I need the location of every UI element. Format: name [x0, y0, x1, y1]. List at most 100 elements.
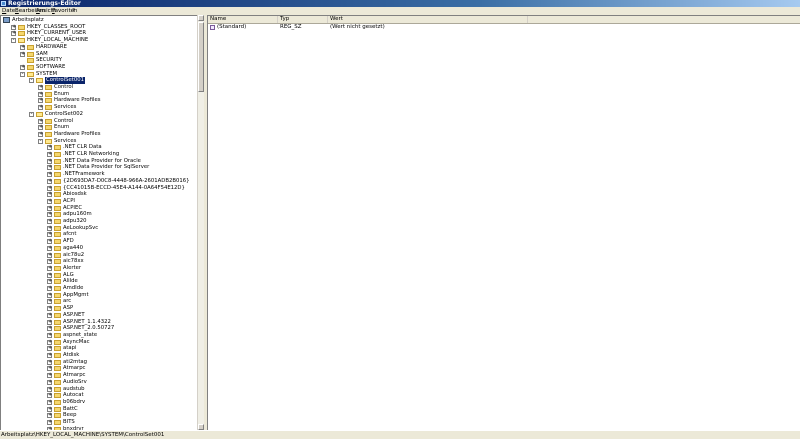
- expand-icon[interactable]: +: [47, 420, 52, 425]
- expand-icon[interactable]: +: [47, 292, 52, 298]
- tree-node-label: Enum: [54, 124, 70, 131]
- expand-icon[interactable]: +: [47, 265, 52, 271]
- collapse-icon[interactable]: -: [11, 38, 16, 44]
- menu-bar: Datei Bearbeiten Ansicht Favoriten ?: [0, 7, 800, 15]
- tree-node-label: Autocat: [63, 392, 84, 399]
- expand-icon[interactable]: +: [20, 51, 25, 57]
- expand-icon[interactable]: +: [47, 219, 52, 224]
- tree-node-label: Control: [54, 84, 74, 90]
- folder-icon: [45, 125, 52, 131]
- collapse-icon[interactable]: -: [38, 138, 43, 144]
- tree-node-label: BattC: [63, 405, 78, 412]
- expand-icon[interactable]: +: [38, 105, 43, 111]
- column-value[interactable]: Wert: [328, 16, 528, 23]
- registry-tree[interactable]: Arbeitsplatz + HKEY_CLASSES_ROOT + HKEY_CUR…: [0, 15, 197, 430]
- folder-icon: [54, 245, 61, 251]
- expand-icon[interactable]: +: [47, 259, 52, 265]
- tree-node-label: ASP.NET: [63, 311, 85, 318]
- expand-icon[interactable]: +: [38, 118, 43, 124]
- folder-icon: [27, 58, 34, 64]
- tree-node-label: Abiosdsk: [63, 191, 87, 198]
- folder-icon: [54, 366, 61, 372]
- folder-icon: [54, 232, 61, 238]
- expand-icon[interactable]: +: [20, 44, 25, 50]
- expand-icon[interactable]: +: [47, 245, 52, 251]
- expand-icon[interactable]: +: [47, 239, 52, 245]
- expand-icon[interactable]: +: [47, 205, 52, 211]
- expand-icon[interactable]: +: [47, 272, 52, 278]
- column-type[interactable]: Typ: [278, 16, 328, 23]
- folder-icon: [54, 286, 61, 291]
- folder-icon: [54, 353, 61, 358]
- expand-icon[interactable]: +: [11, 24, 16, 30]
- expand-icon[interactable]: +: [20, 64, 25, 70]
- expand-icon[interactable]: +: [47, 406, 52, 412]
- expand-icon[interactable]: +: [47, 212, 52, 218]
- expand-icon[interactable]: +: [47, 192, 52, 198]
- collapse-icon[interactable]: -: [29, 78, 34, 84]
- expand-icon[interactable]: +: [47, 299, 52, 305]
- tree-node-label: .NETFramework: [63, 171, 105, 178]
- table-row[interactable]: (Standard) REG_SZ (Wert nicht gesetzt): [208, 24, 800, 30]
- expand-icon[interactable]: +: [47, 326, 52, 332]
- collapse-icon[interactable]: -: [29, 111, 34, 117]
- expand-icon[interactable]: +: [47, 319, 52, 325]
- folder-icon: [54, 198, 61, 204]
- expand-icon[interactable]: +: [47, 379, 52, 385]
- value-name: (Standard): [217, 24, 247, 30]
- expand-icon[interactable]: +: [47, 152, 52, 157]
- tree-node-label: afcnt: [63, 231, 77, 238]
- tree-node-label: ControlSet001: [45, 77, 85, 84]
- expand-icon[interactable]: +: [47, 252, 52, 258]
- expand-icon[interactable]: +: [11, 31, 16, 37]
- tree-node-label: ALG: [63, 271, 74, 278]
- tree-node-label: ACPI: [63, 197, 75, 204]
- expand-icon[interactable]: +: [38, 98, 43, 104]
- expand-icon[interactable]: +: [47, 185, 52, 191]
- expand-icon[interactable]: +: [38, 85, 43, 90]
- status-bar: Arbeitsplatz\HKEY_LOCAL_MACHINE\SYSTEM\C…: [0, 430, 800, 439]
- expand-icon[interactable]: +: [47, 279, 52, 285]
- folder-icon: [54, 152, 61, 157]
- tree-node-label: adpu320: [63, 218, 87, 224]
- column-name[interactable]: Name: [208, 16, 278, 23]
- expand-icon[interactable]: +: [47, 386, 52, 392]
- tree-node-label: {CC41015B-ECCD-45E4-A144-0A64F54E12D}: [63, 184, 185, 191]
- folder-icon: [27, 71, 34, 77]
- expand-icon[interactable]: +: [47, 393, 52, 399]
- expand-icon[interactable]: +: [47, 165, 52, 171]
- expand-icon[interactable]: +: [47, 332, 52, 338]
- expand-icon[interactable]: +: [38, 131, 43, 137]
- tree-scrollbar[interactable]: [197, 15, 204, 430]
- expand-icon[interactable]: +: [47, 172, 52, 178]
- expand-icon[interactable]: +: [47, 232, 52, 238]
- expand-icon[interactable]: +: [38, 125, 43, 131]
- expand-icon[interactable]: +: [47, 178, 52, 184]
- title-bar[interactable]: Registrierungs-Editor: [0, 0, 800, 7]
- expand-icon[interactable]: +: [47, 353, 52, 358]
- expand-icon[interactable]: +: [47, 312, 52, 318]
- tree-node-label: aga440: [63, 244, 83, 251]
- expand-icon[interactable]: +: [38, 91, 43, 97]
- tree-node-label: Atdisk: [63, 352, 80, 358]
- expand-icon[interactable]: +: [47, 145, 52, 151]
- collapse-icon[interactable]: -: [20, 71, 25, 77]
- expand-icon[interactable]: +: [47, 158, 52, 164]
- expand-icon[interactable]: +: [47, 339, 52, 345]
- expand-icon[interactable]: +: [47, 198, 52, 204]
- folder-icon: [18, 31, 25, 37]
- expand-icon[interactable]: +: [47, 346, 52, 352]
- expand-icon[interactable]: +: [47, 366, 52, 372]
- tree-node-label: SYSTEM: [36, 70, 58, 77]
- expand-icon[interactable]: +: [47, 373, 52, 379]
- values-list[interactable]: Name Typ Wert (Standard) REG_SZ (Wert ni…: [207, 15, 800, 430]
- expand-icon[interactable]: +: [47, 225, 52, 231]
- expand-icon[interactable]: +: [47, 399, 52, 405]
- expand-icon[interactable]: +: [47, 286, 52, 291]
- folder-icon: [54, 393, 61, 399]
- string-value-icon: [210, 24, 215, 30]
- expand-icon[interactable]: +: [47, 359, 52, 365]
- expand-icon[interactable]: +: [47, 413, 52, 419]
- expand-icon[interactable]: +: [47, 306, 52, 312]
- menu-help[interactable]: ?: [72, 7, 75, 15]
